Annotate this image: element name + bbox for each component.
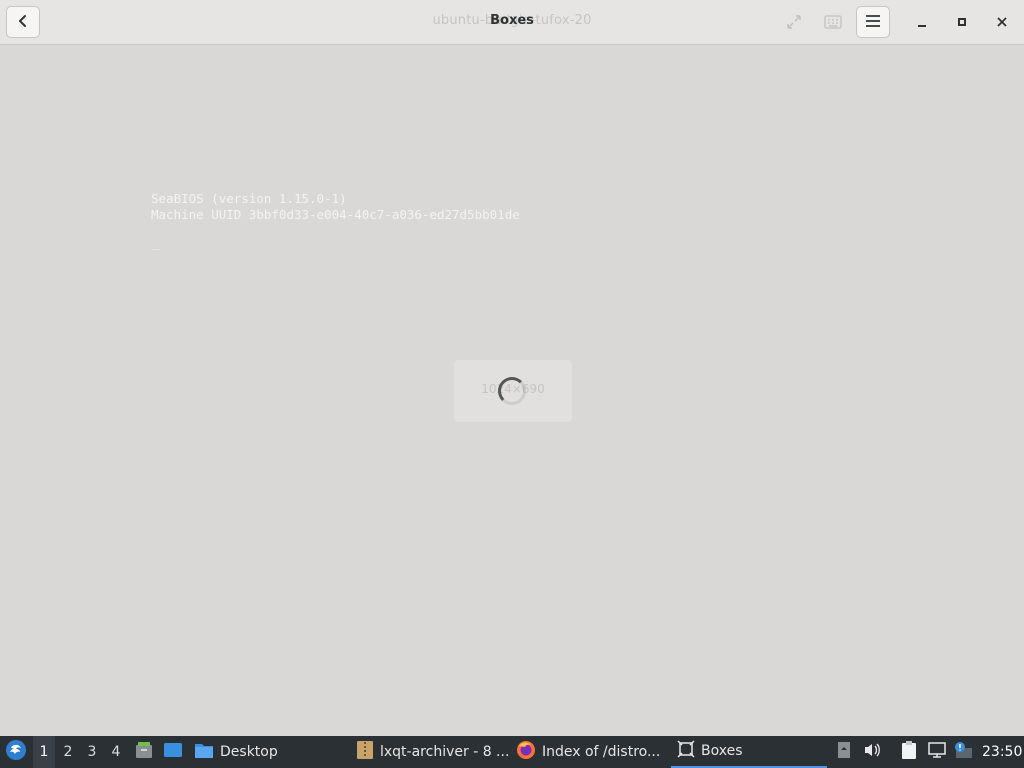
boxes-icon [677,740,695,762]
volume-icon [863,742,881,762]
vm-display[interactable]: SeaBIOS (version 1.15.0-1) Machine UUID … [0,46,1024,736]
workspace-2[interactable]: 2 [57,736,79,768]
minimize-icon [916,13,928,32]
task-lxqt-archiver[interactable]: lxqt-archiver - 8 ... [356,736,508,768]
taskbar: 1 2 3 4 Desktop lxqt-archiver - 8 ... In… [0,736,1024,768]
loading-spinner-icon [498,377,526,405]
task-label: Boxes [701,743,743,759]
volume-button[interactable] [862,736,882,768]
task-label: Index of /distro... [542,744,661,760]
task-firefox[interactable]: Index of /distro... [516,736,666,768]
desktop-icon [163,741,183,763]
clipboard-button[interactable] [899,736,919,768]
archiver-icon [356,740,374,764]
network-icon [927,742,947,762]
console-cursor: _ [152,235,160,250]
machine-uuid-line: Machine UUID 3bbf0d33-e004-40c7-a036-ed2… [151,207,520,222]
header-bar: ubuntu-budgie-tufox-20 Boxes [0,0,1024,45]
hamburger-icon [865,13,881,32]
minimize-button[interactable] [911,11,933,33]
maximize-icon [956,13,968,32]
task-label: Desktop [220,744,278,760]
close-button[interactable] [991,11,1013,33]
file-manager-icon [134,740,154,764]
bios-version-line: SeaBIOS (version 1.15.0-1) [151,191,347,206]
task-desktop[interactable]: Desktop [194,736,344,768]
bios-output: SeaBIOS (version 1.15.0-1) Machine UUID … [151,191,520,223]
tray-expand-button[interactable] [836,736,852,768]
workspace-1[interactable]: 1 [33,736,55,768]
fullscreen-icon[interactable] [784,12,804,32]
keyboard-icon[interactable] [823,12,843,32]
network-button[interactable] [927,736,947,768]
workspace-3[interactable]: 3 [81,736,103,768]
folder-icon [194,741,214,763]
update-notifier-button[interactable] [953,736,973,768]
resolution-overlay: 1024×690 [454,360,572,422]
lxqt-logo-icon [5,739,27,765]
show-desktop-button[interactable] [162,736,184,768]
menu-button[interactable] [856,6,890,38]
clipboard-icon [901,740,917,764]
file-manager-launcher[interactable] [133,736,155,768]
task-boxes[interactable]: Boxes [671,736,827,768]
tray-arrow-icon [837,741,851,763]
maximize-button[interactable] [951,11,973,33]
close-icon [996,13,1008,32]
task-label: lxqt-archiver - 8 ... [380,744,508,760]
app-menu-button[interactable] [4,736,28,768]
clock[interactable]: 23:50 [982,736,1022,768]
firefox-icon [516,740,536,764]
update-notification-icon [953,741,973,763]
workspace-4[interactable]: 4 [105,736,127,768]
